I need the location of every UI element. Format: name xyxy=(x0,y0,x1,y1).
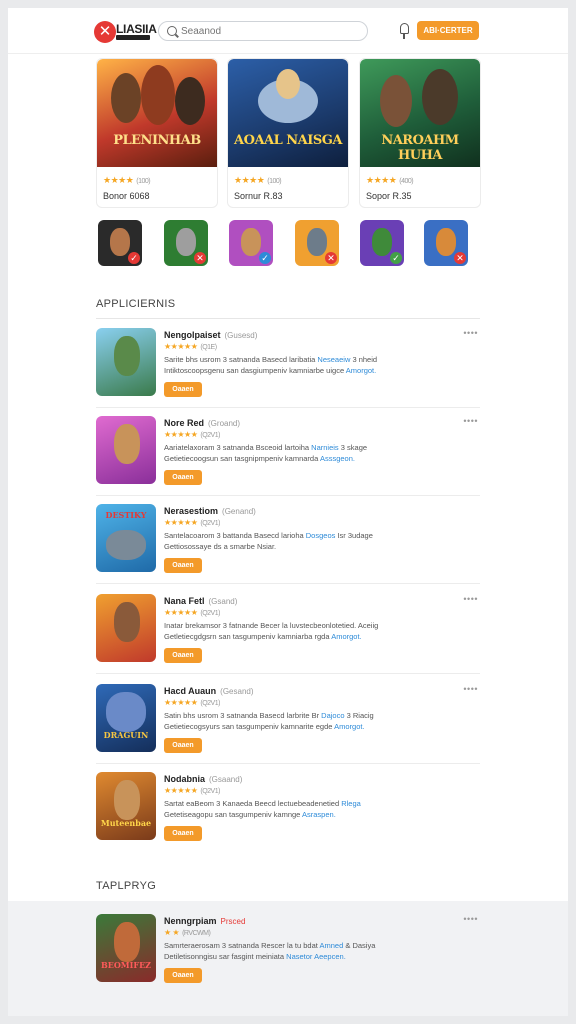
featured-name-1: Bonor 6068 xyxy=(103,191,150,201)
app-rating: ★★★★★ (Q2V1) xyxy=(164,430,220,439)
list-item[interactable]: Muteenbae Nodabnia (Gsaand) ★★★★★ (Q2V1) S… xyxy=(96,764,480,852)
more-icon[interactable]: •••• xyxy=(463,915,478,924)
app-name: Hacd Auaun (Gesand) xyxy=(164,686,254,696)
more-icon[interactable]: •••• xyxy=(463,329,478,338)
search-input[interactable] xyxy=(181,24,361,38)
app-icon-text: Muteenbae xyxy=(100,818,152,828)
app-name: Nenngrpiam Prsced xyxy=(164,916,246,926)
cta-button[interactable]: ABI·CERTER xyxy=(417,21,479,40)
app-rating: ★★★★★ (Q1E) xyxy=(164,342,217,351)
featured-rating-3: ★★★★ (400) xyxy=(366,175,414,185)
list-item[interactable]: BEOMIFEZ Nenngrpiam Prsced ★ ★ (RVCWM) Sam… xyxy=(96,906,480,994)
featured-title-1: PLENINHAB xyxy=(113,133,201,148)
open-button[interactable]: Oaaen xyxy=(164,382,202,397)
app-rating: ★★★★★ (Q2V1) xyxy=(164,608,220,617)
open-button[interactable]: Oaaen xyxy=(164,826,202,841)
app-icon: BEOMIFEZ xyxy=(96,914,156,982)
featured-art-1: PLENINHAB xyxy=(97,59,217,167)
list-item[interactable]: Nana Fetl (Gsand) ★★★★★ (Q2V1) Inatar brek… xyxy=(96,586,480,674)
logo-underline xyxy=(116,35,150,40)
game-thumb-5[interactable]: ✓ xyxy=(360,220,404,266)
more-icon[interactable]: •••• xyxy=(463,417,478,426)
logo-mark-icon: ✕ xyxy=(94,21,116,43)
list-item[interactable]: DRAGUIN Hacd Auaun (Gesand) ★★★★★ (Q2V1) S… xyxy=(96,676,480,764)
featured-art-3: NAROAHM HUHA xyxy=(360,59,480,167)
game-thumb-6[interactable]: ✕ xyxy=(424,220,468,266)
badge-icon: ✕ xyxy=(325,252,337,264)
app-description: Sartat eaBeom 3 Kanaeda Beecd lectuebead… xyxy=(164,799,361,819)
open-button[interactable]: Oaaen xyxy=(164,470,202,485)
app-description: Aariatelaxoram 3 satnanda Bsceoid lartoi… xyxy=(164,443,368,463)
app-rating: ★★★★★ (Q2V1) xyxy=(164,518,220,527)
badge-icon: ✓ xyxy=(259,252,271,264)
featured-title-2: AOAAL NAISGA xyxy=(234,133,342,148)
app-icon-text: BEOMIFEZ xyxy=(100,960,152,970)
app-icon xyxy=(96,416,156,484)
game-thumb-2[interactable]: ✕ xyxy=(164,220,208,266)
app-rating: ★ ★ (RVCWM) xyxy=(164,928,211,937)
app-name: Nana Fetl (Gsand) xyxy=(164,596,238,606)
list-item[interactable]: Nengolpaiset (Gusesd) ★★★★★ (Q1E) Sarite b… xyxy=(96,320,480,408)
list-item[interactable]: Nore Red (Groand) ★★★★★ (Q2V1) Aariatelaxo… xyxy=(96,408,480,496)
open-button[interactable]: Oaaen xyxy=(164,648,202,663)
game-thumb-1[interactable]: ✓ xyxy=(98,220,142,266)
divider xyxy=(96,318,480,319)
featured-art-2: AOAAL NAISGA xyxy=(228,59,348,167)
app-icon xyxy=(96,328,156,396)
app-icon: DESTIKY xyxy=(96,504,156,572)
list-item[interactable]: DESTIKY Nerasestiom (Genand) ★★★★★ (Q2V1) … xyxy=(96,496,480,584)
app-store-page: ✕ LIASIIA ABI·CERTER PLENINHAB ★★★★(100)… xyxy=(8,8,568,1016)
search-box[interactable] xyxy=(158,21,368,41)
game-thumb-3[interactable]: ✓ xyxy=(229,220,273,266)
app-description: Sarite bhs usrom 3 satnanda Basecd larib… xyxy=(164,355,378,375)
app-name: Nerasestiom (Genand) xyxy=(164,506,256,516)
app-rating: ★★★★★ (Q2V1) xyxy=(164,698,220,707)
more-icon[interactable]: •••• xyxy=(463,685,478,694)
featured-card-1[interactable]: PLENINHAB ★★★★ (100) Bonor 6068 xyxy=(96,58,218,208)
game-thumb-4[interactable]: ✕ xyxy=(295,220,339,266)
featured-name-2: Sornur R.83 xyxy=(234,191,283,201)
section-title-applications: APPLICIERNIS xyxy=(96,298,176,310)
more-icon[interactable]: •••• xyxy=(463,595,478,604)
app-name: Nodabnia (Gsaand) xyxy=(164,774,243,784)
featured-rating-2: ★★★★ (100) xyxy=(234,175,282,185)
badge-icon: ✕ xyxy=(194,252,206,264)
badge-icon: ✕ xyxy=(454,252,466,264)
search-icon xyxy=(167,26,177,36)
app-icon-text: DRAGUIN xyxy=(103,730,149,740)
open-button[interactable]: Oaaen xyxy=(164,968,202,983)
featured-name-3: Sopor R.35 xyxy=(366,191,412,201)
section-title-popular: TAPLPRYG xyxy=(96,880,157,892)
badge-icon: ✓ xyxy=(128,252,140,264)
app-description: Santelacoarom 3 battanda Basecd larioha … xyxy=(164,531,373,551)
app-rating: ★★★★★ (Q2V1) xyxy=(164,786,220,795)
app-name: Nengolpaiset (Gusesd) xyxy=(164,330,258,340)
featured-card-3[interactable]: NAROAHM HUHA ★★★★ (400) Sopor R.35 xyxy=(359,58,481,208)
logo-text: LIASIIA xyxy=(116,22,157,36)
app-description: Inatar brekamsor 3 fatnande Becer la luv… xyxy=(164,621,379,641)
app-icon: Muteenbae xyxy=(96,772,156,840)
top-bar: ✕ LIASIIA ABI·CERTER xyxy=(8,8,568,54)
featured-title-3: NAROAHM HUHA xyxy=(381,133,459,163)
app-icon: DRAGUIN xyxy=(96,684,156,752)
bell-icon[interactable] xyxy=(400,23,409,39)
featured-card-2[interactable]: AOAAL NAISGA ★★★★ (100) Sornur R.83 xyxy=(227,58,349,208)
open-button[interactable]: Oaaen xyxy=(164,558,202,573)
badge-icon: ✓ xyxy=(390,252,402,264)
app-description: Samrteraerosam 3 satnanda Rescer la tu b… xyxy=(164,941,376,961)
app-icon-text: DESTIKY xyxy=(105,510,147,520)
app-icon xyxy=(96,594,156,662)
featured-rating-1: ★★★★ (100) xyxy=(103,175,151,185)
app-description: Satin bhs usrom 3 satnanda Basecd larbri… xyxy=(164,711,374,731)
logo[interactable]: ✕ LIASIIA xyxy=(94,20,157,44)
app-name: Nore Red (Groand) xyxy=(164,418,241,428)
open-button[interactable]: Oaaen xyxy=(164,738,202,753)
